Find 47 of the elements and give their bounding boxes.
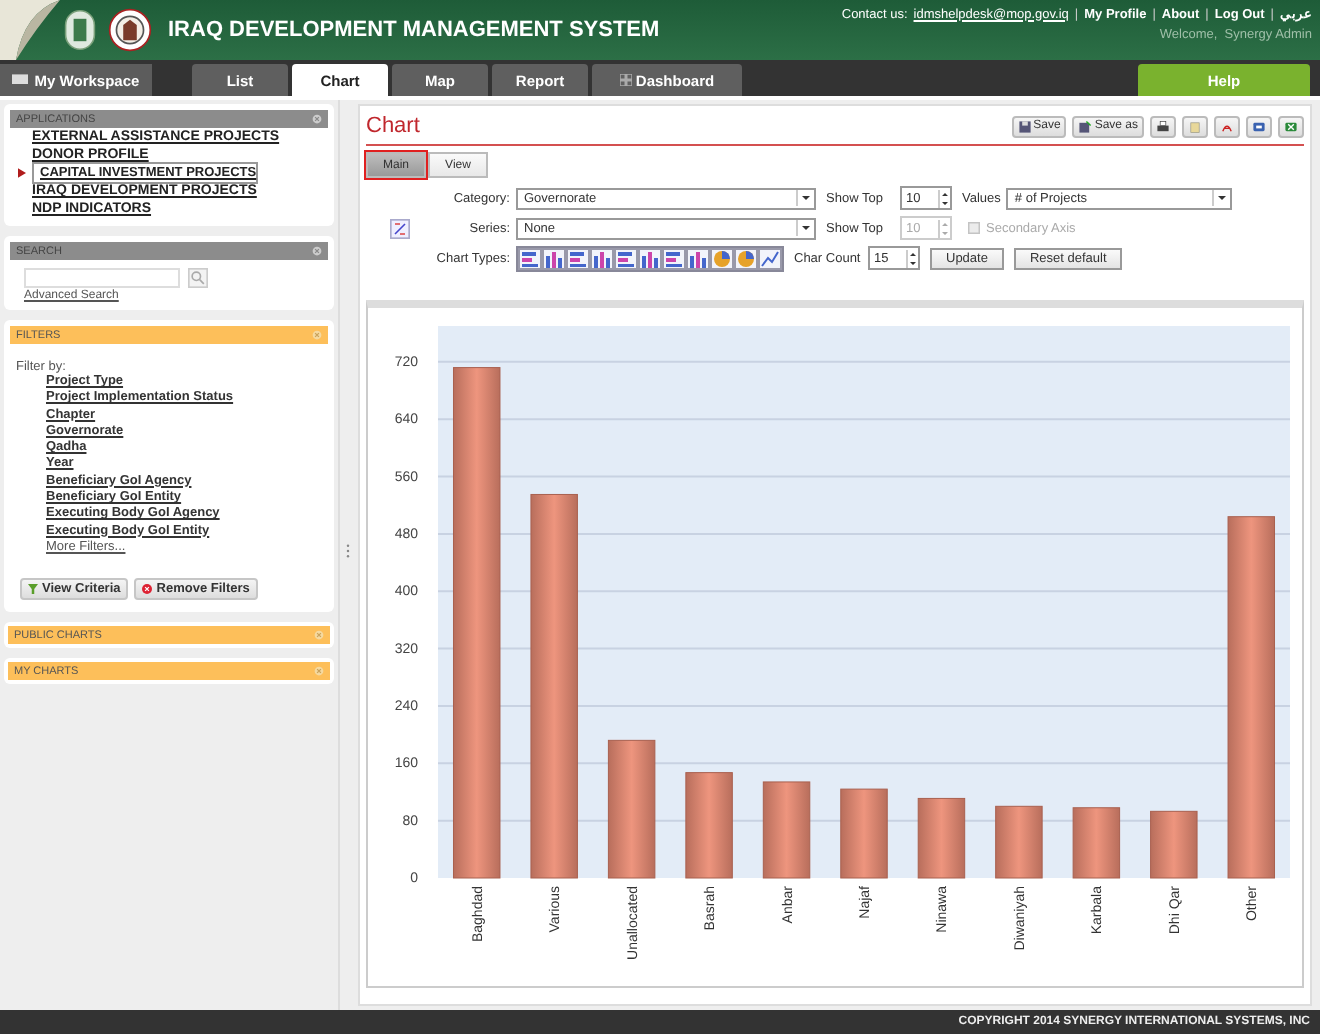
emblem-logo [64,8,96,52]
horizontal-bar-chart-icon[interactable] [518,247,542,269]
bar [839,788,887,879]
horizontal-bar-chart-icon[interactable] [566,247,590,269]
bar [684,772,732,879]
bar-chart-icon[interactable] [542,247,566,269]
spinner-arrows-icon [938,189,950,207]
horizontal-bar-chart-icon[interactable] [662,247,686,269]
toolbar-icon [1284,119,1298,133]
line-chart-icon[interactable] [758,247,782,269]
page-curl-icon [0,0,60,60]
bar [994,805,1042,879]
page-title: Chart [366,114,420,138]
remove-icon [142,584,153,595]
dropdown-arrow-icon [796,220,814,236]
bar-chart-icon[interactable] [590,247,614,269]
pie-chart-icon[interactable] [734,247,758,269]
app-title: IRAQ DEVELOPMENT MANAGEMENT SYSTEM [168,18,660,42]
grid-icon [619,74,632,86]
dropdown-arrow-icon [1212,190,1231,206]
search-field[interactable] [24,268,180,288]
bar [916,797,965,879]
bar [1149,810,1197,879]
spinner-arrows-icon [938,219,950,237]
toolbar-icon [1078,119,1093,133]
bar-chart-icon[interactable] [686,247,710,269]
toolbar-icon [1156,119,1170,133]
bar [761,781,810,879]
toolbar-icon [1252,119,1266,133]
swap-icon[interactable] [390,218,410,240]
toolbar-icon [1188,119,1202,133]
monitor-icon [12,74,29,86]
emblem-logo [108,8,152,52]
doc-button[interactable] [1246,115,1272,137]
selected-marker-icon [18,168,26,178]
horizontal-bar-chart-icon[interactable] [614,247,638,269]
pie-chart-icon[interactable] [710,247,734,269]
xls-button[interactable] [1278,115,1304,137]
bar [606,739,655,879]
pdf-button[interactable] [1214,115,1240,137]
bar-chart-icon[interactable] [638,247,662,269]
funnel-icon [28,584,38,595]
spinner-arrows-icon [906,249,918,267]
toolbar-icon [1017,119,1032,133]
dropdown-arrow-icon [796,190,814,206]
print-button[interactable] [1150,115,1176,137]
bar [1071,807,1120,879]
